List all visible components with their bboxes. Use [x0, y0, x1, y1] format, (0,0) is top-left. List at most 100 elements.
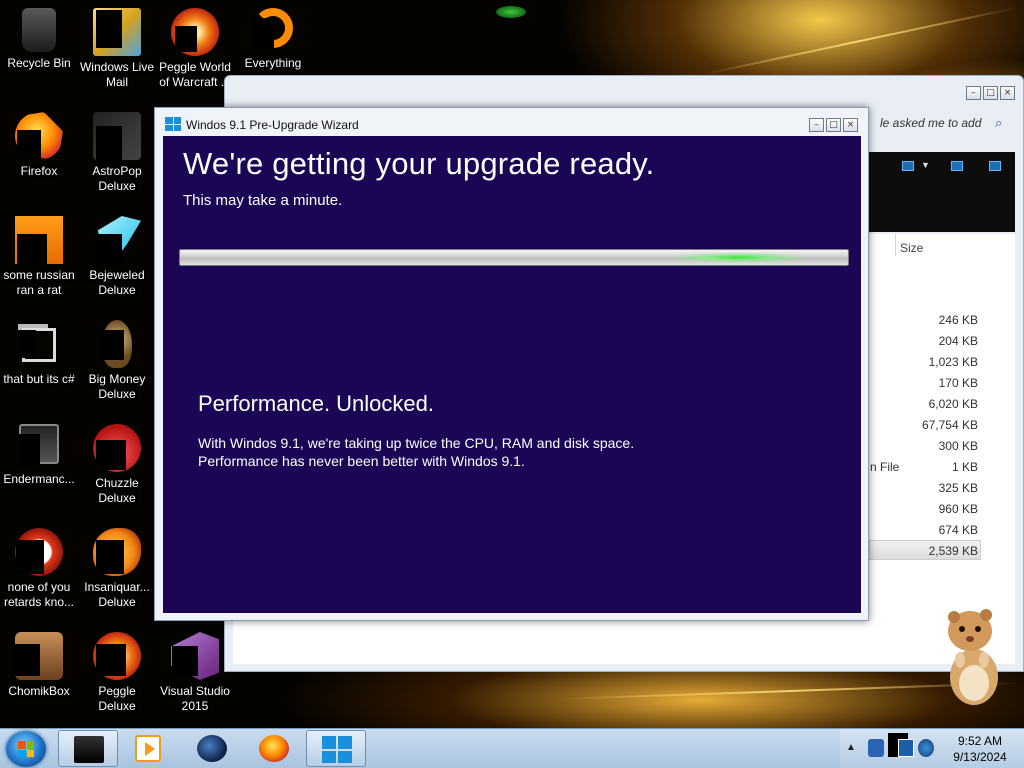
- windows-logo-icon: [165, 117, 181, 131]
- censor-block: [172, 646, 198, 676]
- censor-block: [175, 26, 197, 52]
- sync-icon[interactable]: [918, 739, 934, 757]
- wizard-title: Windos 9.1 Pre-Upgrade Wizard: [186, 118, 359, 132]
- minimize-button[interactable]: –: [966, 86, 981, 100]
- censor-block: [96, 440, 126, 470]
- page-subtitle: This may take a minute.: [183, 192, 343, 209]
- size-column-header[interactable]: Size: [900, 241, 923, 255]
- censor-block: [17, 130, 41, 158]
- file-size: 960 KB: [938, 502, 978, 516]
- desktop-icon-label: Endermanc...: [3, 472, 75, 486]
- desktop-icon-label: none of you retards kno...: [3, 580, 75, 609]
- upgrade-progress-bar: [179, 249, 849, 266]
- recycle-bin-icon: [22, 8, 56, 52]
- chevron-down-icon[interactable]: ▼: [921, 160, 930, 170]
- taskbar-item-globe[interactable]: [182, 730, 242, 767]
- desktop-icon-label: Windows Live Mail: [79, 60, 155, 89]
- wallpaper-green-glow: [496, 6, 526, 18]
- desktop-icon-label: Chuzzle Deluxe: [95, 476, 139, 505]
- page-title: We're getting your upgrade ready.: [183, 146, 655, 181]
- clock-time[interactable]: 9:52 AM: [940, 734, 1020, 748]
- maximize-button[interactable]: □: [983, 86, 998, 100]
- search-input[interactable]: le asked me to add: [880, 116, 981, 130]
- taskbar-item-firefox[interactable]: [244, 730, 304, 767]
- censor-block: [252, 18, 274, 48]
- file-size: 1 KB: [951, 460, 978, 474]
- desktop-icon-label: Firefox: [20, 164, 58, 178]
- censor-block: [18, 434, 40, 466]
- promo-line: With Windos 9.1, we're taking up twice t…: [198, 435, 635, 451]
- close-button[interactable]: ×: [1000, 86, 1015, 100]
- desktop-icon-label: some russian ran a rat: [3, 268, 75, 297]
- show-hidden-icons-button[interactable]: ▲: [846, 742, 856, 753]
- file-size: 204 KB: [938, 334, 978, 348]
- file-size: 300 KB: [938, 439, 978, 453]
- wizard-titlebar[interactable]: Windos 9.1 Pre-Upgrade Wizard – □ ×: [155, 108, 868, 136]
- file-size: 170 KB: [938, 376, 978, 390]
- wizard-content: We're getting your upgrade ready. This m…: [163, 136, 861, 613]
- taskbar: ▲ 9:52 AM 9/13/2024: [0, 728, 1024, 768]
- display-icon[interactable]: [898, 739, 914, 757]
- promo-heading: Performance. Unlocked.: [198, 391, 434, 416]
- file-size: 674 KB: [938, 523, 978, 537]
- upgrade-wizard-window[interactable]: Windos 9.1 Pre-Upgrade Wizard – □ × We'r…: [154, 107, 869, 621]
- taskbar-item-upgrade-wizard[interactable]: [306, 730, 366, 767]
- taskbar-item-monitor[interactable]: [58, 730, 118, 767]
- censor-block: [96, 126, 122, 162]
- desktop-icon-label: Big Money Deluxe: [88, 372, 146, 401]
- censor-block: [96, 644, 126, 676]
- desktop-icon-label: Peggle World of Warcraft ...: [159, 60, 231, 89]
- censor-block: [96, 540, 124, 574]
- censor-block: [17, 234, 47, 264]
- windows-logo-icon: [322, 736, 352, 763]
- file-size: 1,023 KB: [928, 355, 978, 369]
- preview-pane-icon[interactable]: [951, 161, 963, 171]
- start-button[interactable]: [6, 731, 46, 767]
- wallpaper-streak: [703, 6, 1017, 76]
- censor-block: [96, 234, 122, 264]
- search-icon[interactable]: ⌕: [995, 115, 1002, 131]
- file-size: 67,754 KB: [921, 418, 978, 432]
- file-size: 2,539 KB: [928, 544, 978, 558]
- desktop-icon-label: Insaniquar... Deluxe: [84, 580, 150, 609]
- clock-date[interactable]: 9/13/2024: [940, 750, 1020, 764]
- explorer-window-controls: – □ ×: [966, 86, 1015, 100]
- column-divider: [895, 234, 896, 256]
- desktop-icon-recycle-bin[interactable]: Recycle Bin: [0, 8, 78, 71]
- progress-marquee-glow: [668, 250, 808, 265]
- promo-line: Performance has never been better with W…: [198, 453, 525, 469]
- maximize-button[interactable]: □: [826, 118, 841, 132]
- desktop-icon-label: Peggle Deluxe: [98, 684, 136, 713]
- desktop-icon-label: ChomikBox: [8, 684, 70, 698]
- promo-text: With Windos 9.1, we're taking up twice t…: [198, 434, 634, 470]
- censor-block: [14, 644, 40, 676]
- desktop-icon-that-but-its-csharp[interactable]: that but its c#: [0, 320, 78, 387]
- network-icon[interactable]: [868, 739, 884, 757]
- file-size: 246 KB: [938, 313, 978, 327]
- view-icon[interactable]: [902, 161, 914, 171]
- system-tray: ▲ 9:52 AM 9/13/2024: [840, 729, 1024, 768]
- desktop-icon-label: Everything: [244, 56, 302, 70]
- firefox-icon: [259, 735, 289, 762]
- close-button[interactable]: ×: [843, 118, 858, 132]
- censor-block: [16, 540, 44, 574]
- censor-block: [18, 330, 36, 358]
- desktop-icon-label: that but its c#: [3, 372, 75, 386]
- wizard-window-controls: – □ ×: [809, 118, 858, 132]
- explorer-toolbar: ▼: [869, 152, 1015, 232]
- media-player-icon: [135, 735, 161, 762]
- taskbar-item-media-player[interactable]: [120, 730, 180, 767]
- censor-block: [96, 10, 122, 48]
- help-icon[interactable]: [989, 161, 1001, 171]
- desktop-icon-label: AstroPop Deluxe: [92, 164, 142, 193]
- desktop-icon-label: Recycle Bin: [7, 56, 71, 70]
- windows-flag-icon: [18, 741, 34, 757]
- desktop-icon-label: Visual Studio 2015: [160, 684, 230, 713]
- file-size: 325 KB: [938, 481, 978, 495]
- file-size: 6,020 KB: [928, 397, 978, 411]
- hamster-image: [948, 609, 998, 705]
- desktop-icon-label: Bejeweled Deluxe: [89, 268, 145, 297]
- monitor-app-icon: [74, 736, 104, 763]
- censor-block: [98, 330, 124, 360]
- minimize-button[interactable]: –: [809, 118, 824, 132]
